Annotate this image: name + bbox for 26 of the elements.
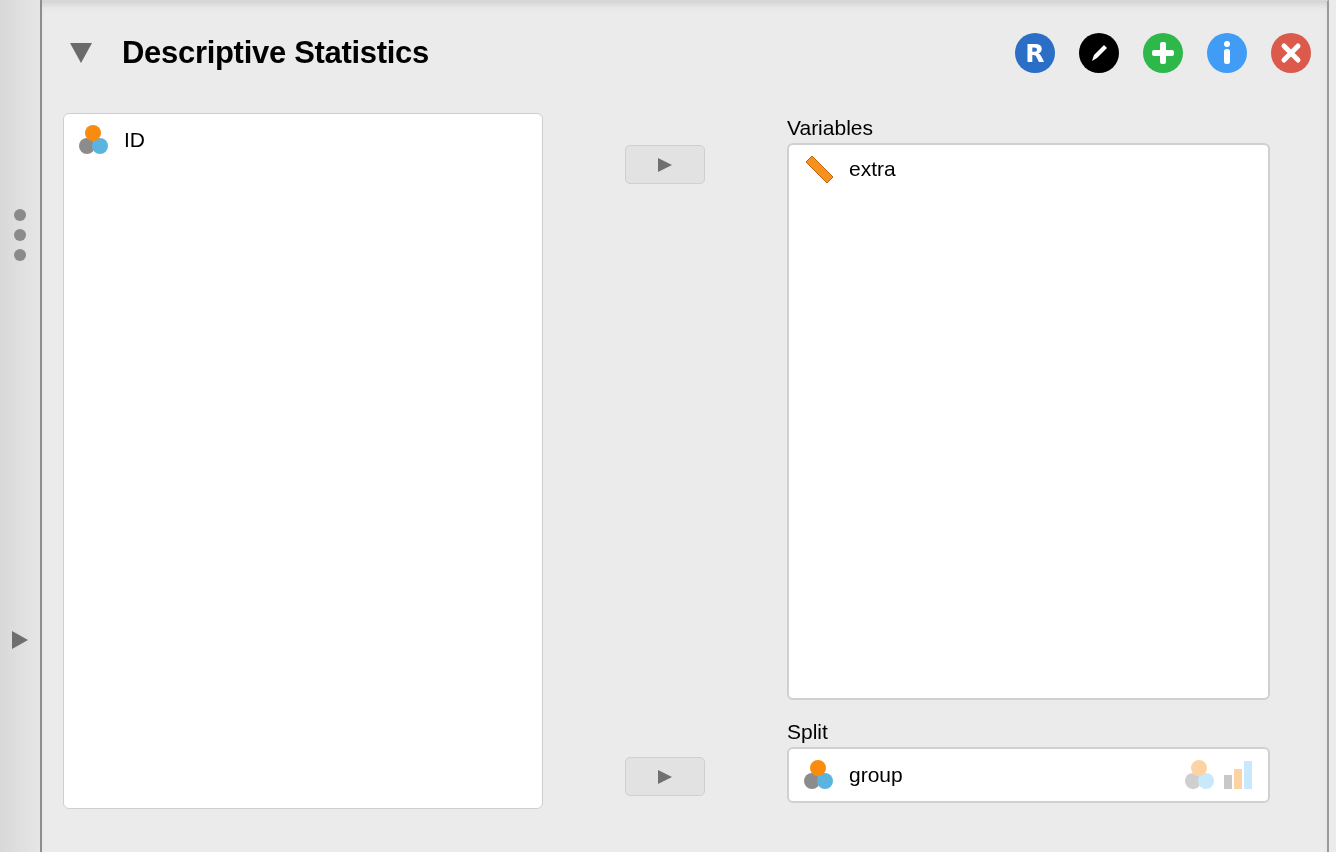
split-label: Split (787, 719, 829, 746)
nominal-variable-icon (78, 124, 110, 156)
variable-name[interactable]: extra (849, 157, 896, 181)
r-syntax-button[interactable]: R (1015, 33, 1055, 73)
close-icon[interactable] (1271, 33, 1311, 73)
move-to-variables-button[interactable] (625, 145, 705, 184)
nominal-variable-icon (803, 759, 835, 792)
bar-chart-icon (1222, 759, 1254, 792)
variable-name[interactable]: group (849, 763, 903, 788)
move-to-split-button[interactable] (625, 757, 705, 796)
split-field[interactable]: group (787, 747, 1270, 803)
variable-name[interactable]: ID (124, 128, 145, 152)
variables-list[interactable]: extra (787, 143, 1270, 701)
play-arrow-icon (658, 769, 672, 784)
ruler-icon (803, 153, 835, 185)
more-icon[interactable] (13, 209, 27, 261)
collapse-arrow-icon[interactable] (70, 43, 92, 63)
info-icon[interactable] (1207, 33, 1247, 73)
nominal-type-icon (1184, 759, 1216, 792)
source-variable-list[interactable]: ID (63, 113, 543, 809)
play-arrow-icon (658, 157, 672, 172)
add-icon[interactable] (1143, 33, 1183, 73)
variables-label: Variables (787, 115, 874, 141)
expand-arrow-icon[interactable] (12, 631, 28, 649)
edit-icon[interactable] (1079, 33, 1119, 73)
panel-title: Descriptive Statistics (122, 35, 429, 71)
